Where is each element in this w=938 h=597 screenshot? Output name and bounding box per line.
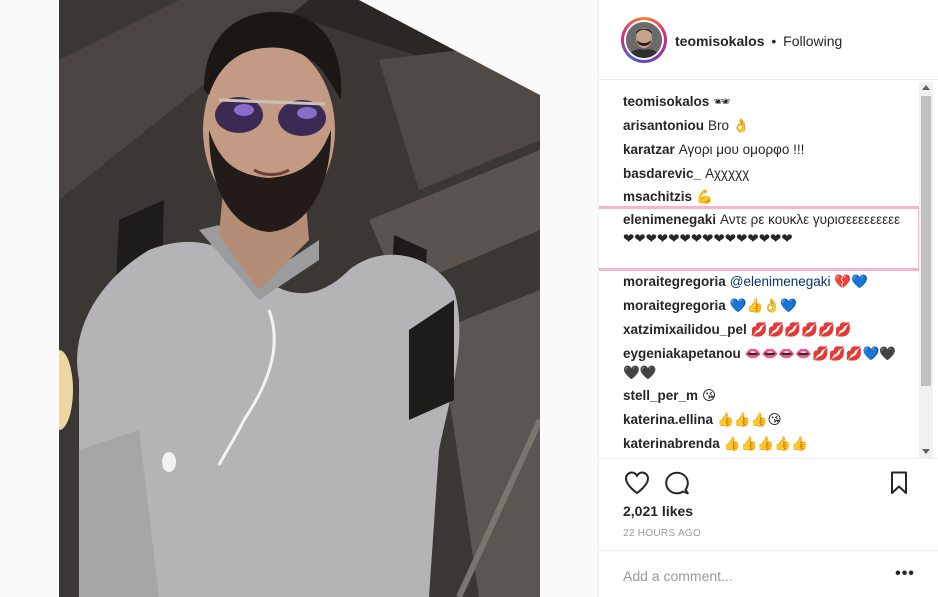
avatar-illustration xyxy=(626,22,662,58)
add-comment-input[interactable] xyxy=(623,566,873,586)
more-options-icon[interactable]: ••• xyxy=(893,565,917,585)
comment-item: karatzar Αγορι μου ομορφο !!! xyxy=(623,140,804,159)
comment-text: 👍👍👍👍👍 xyxy=(723,436,808,451)
comment-username[interactable]: katerinabrenda xyxy=(623,436,720,451)
comment-item-highlighted: elenimenegaki Αντε ρε κουκλε γυρισεεεεεεε… xyxy=(623,210,903,248)
comment-composer: ••• xyxy=(599,550,938,597)
photo-area xyxy=(0,0,598,597)
comment-mention[interactable]: @elenimenegaki xyxy=(730,274,831,289)
comment-text: 🕶 xyxy=(713,94,731,109)
comment-username[interactable]: basdarevic_ xyxy=(623,166,701,181)
comment-item: stell_per_m 😘 xyxy=(623,386,716,405)
comment-scrollbar[interactable] xyxy=(919,82,933,458)
comment-username[interactable]: arisantoniou xyxy=(623,118,704,133)
comment-text: 💔💙 xyxy=(834,274,868,289)
comment-item: teomisokalos 🕶 xyxy=(623,92,730,111)
post-timestamp[interactable]: 22 HOURS AGO xyxy=(623,528,701,539)
like-count[interactable]: 2,021 likes xyxy=(623,503,693,519)
comment-icon[interactable] xyxy=(663,469,691,497)
comment-username[interactable]: elenimenegaki xyxy=(623,212,716,227)
comment-username[interactable]: moraitegregoria xyxy=(623,274,726,289)
comment-item: katerinabrenda 👍👍👍👍👍 xyxy=(623,434,808,453)
follow-button[interactable]: Following xyxy=(783,33,842,49)
bookmark-icon[interactable] xyxy=(885,469,913,497)
avatar[interactable] xyxy=(621,17,667,63)
header-separator: • xyxy=(771,33,777,49)
action-bar: 2,021 likes 22 HOURS AGO xyxy=(599,458,938,548)
comment-username[interactable]: stell_per_m xyxy=(623,388,698,403)
comment-list: teomisokalos 🕶 arisantoniou Bro 👌 karatzar… xyxy=(599,82,919,458)
avatar-image xyxy=(626,22,662,58)
comment-text: Αχχχχχ xyxy=(705,166,750,181)
header-username[interactable]: teomisokalos xyxy=(675,33,764,49)
scroll-down-icon[interactable] xyxy=(922,449,930,454)
post-sidebar: teomisokalos • Following teomisokalos 🕶 a… xyxy=(598,0,938,597)
heart-icon[interactable] xyxy=(623,469,651,497)
comment-username[interactable]: moraitegregoria xyxy=(623,298,726,313)
post-header: teomisokalos • Following xyxy=(599,0,938,80)
comment-item: moraitegregoria 💙👍👌💙 xyxy=(623,296,797,315)
comment-text: 😘 xyxy=(702,388,717,403)
comment-item: katerina.ellina 👍👍👍😘 xyxy=(623,410,782,429)
comment-item: eygeniakapetanou 👄👄👄👄💋💋💋💙🖤🖤🖤 xyxy=(623,344,903,382)
avatar-frame xyxy=(624,20,664,60)
comment-text: 💙👍👌💙 xyxy=(729,298,798,313)
comment-text: 💪 xyxy=(696,189,713,204)
scroll-up-icon[interactable] xyxy=(922,85,930,90)
post-photo-illustration xyxy=(59,0,540,597)
comment-username[interactable]: xatzimixailidou_pel xyxy=(623,322,747,337)
comment-text: Αγορι μου ομορφο !!! xyxy=(678,142,805,157)
comment-item: msachitzis 💪 xyxy=(623,187,713,206)
post-photo[interactable] xyxy=(59,0,540,597)
comment-item: arisantoniou Bro 👌 xyxy=(623,116,750,135)
comment-username[interactable]: msachitzis xyxy=(623,189,692,204)
comment-text: 👍👍👍😘 xyxy=(717,412,782,427)
comment-text: Bro 👌 xyxy=(708,118,750,133)
header-title: teomisokalos • Following xyxy=(675,33,842,49)
scrollbar-thumb[interactable] xyxy=(921,96,931,386)
comment-username[interactable]: karatzar xyxy=(623,142,675,157)
comment-item: basdarevic_ Αχχχχχ xyxy=(623,164,749,183)
comment-item: moraitegregoria @elenimenegaki 💔💙 xyxy=(623,272,868,291)
comment-item: xatzimixailidou_pel 💋💋💋💋💋💋 xyxy=(623,320,852,339)
comment-text: 💋💋💋💋💋💋 xyxy=(750,322,852,337)
comment-username[interactable]: eygeniakapetanou xyxy=(623,346,741,361)
comment-username[interactable]: teomisokalos xyxy=(623,94,709,109)
comment-username[interactable]: katerina.ellina xyxy=(623,412,713,427)
